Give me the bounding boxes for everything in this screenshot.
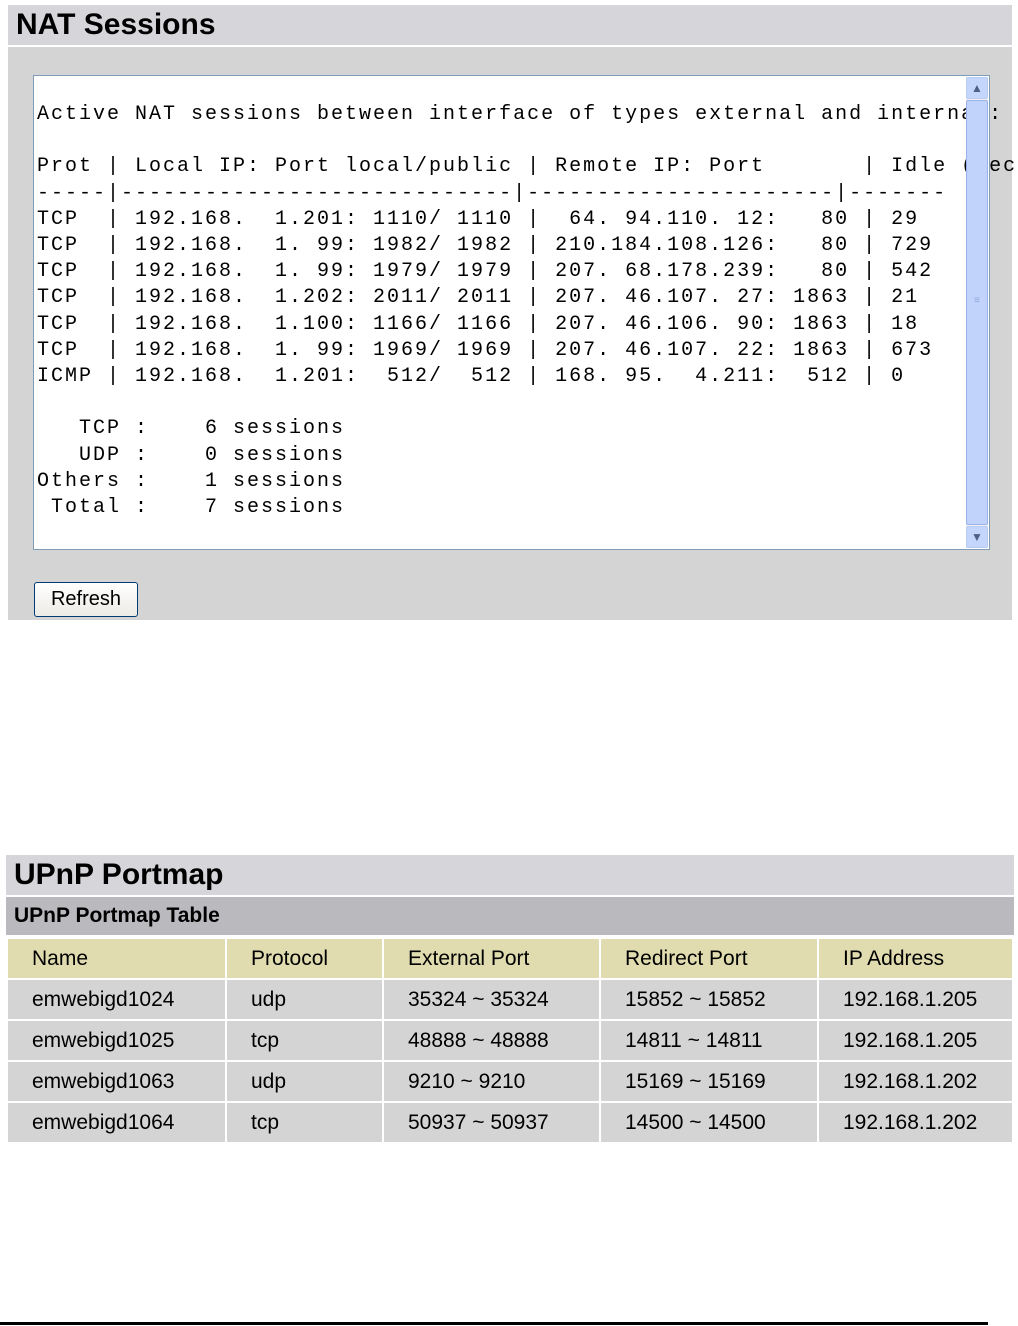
cell-ip-address: 192.168.1.205 <box>817 978 1014 1021</box>
nat-sessions-panel: Active NAT sessions between interface of… <box>8 47 1018 620</box>
vertical-scrollbar[interactable]: ▲ ≡ ▼ <box>966 77 988 548</box>
column-header-redirect-port: Redirect Port <box>599 937 819 980</box>
divider <box>0 1322 988 1325</box>
scroll-down-arrow-icon[interactable]: ▼ <box>966 526 988 548</box>
table-row: emwebigd1063 udp 9210 ~ 9210 15169 ~ 15169 1… <box>6 1060 1014 1103</box>
cell-external-port: 9210 ~ 9210 <box>382 1060 601 1103</box>
column-header-name: Name <box>6 937 227 980</box>
cell-ip-address: 192.168.1.202 <box>817 1101 1014 1144</box>
column-header-protocol: Protocol <box>225 937 384 980</box>
nat-sessions-textarea[interactable]: Active NAT sessions between interface of… <box>33 75 1018 550</box>
cell-external-port: 35324 ~ 35324 <box>382 978 601 1021</box>
cell-redirect-port: 14811 ~ 14811 <box>599 1019 819 1062</box>
cell-protocol: udp <box>225 978 384 1021</box>
cell-external-port: 50937 ~ 50937 <box>382 1101 601 1144</box>
scroll-up-arrow-icon[interactable]: ▲ <box>966 77 988 99</box>
cell-external-port: 48888 ~ 48888 <box>382 1019 601 1062</box>
refresh-button[interactable]: Refresh <box>34 582 138 617</box>
upnp-portmap-table-title: UPnP Portmap Table <box>6 897 1014 935</box>
cell-redirect-port: 15169 ~ 15169 <box>599 1060 819 1103</box>
cell-name: emwebigd1024 <box>6 978 227 1021</box>
table-row: emwebigd1024 udp 35324 ~ 35324 15852 ~ 1585… <box>6 978 1014 1021</box>
scrollbar-thumb[interactable]: ≡ <box>966 100 988 525</box>
nat-sessions-title: NAT Sessions <box>8 5 1012 45</box>
cell-ip-address: 192.168.1.202 <box>817 1060 1014 1103</box>
cell-redirect-port: 14500 ~ 14500 <box>599 1101 819 1144</box>
cell-redirect-port: 15852 ~ 15852 <box>599 978 819 1021</box>
cell-protocol: udp <box>225 1060 384 1103</box>
column-header-ip-address: IP Address <box>817 937 1014 980</box>
cell-protocol: tcp <box>225 1019 384 1062</box>
upnp-portmap-title: UPnP Portmap <box>6 855 1014 895</box>
nat-sessions-output: Active NAT sessions between interface of… <box>37 103 1018 520</box>
cell-ip-address: 192.168.1.205 <box>817 1019 1014 1062</box>
table-row: emwebigd1064 tcp 50937 ~ 50937 14500 ~ 1450… <box>6 1101 1014 1144</box>
cell-name: emwebigd1064 <box>6 1101 227 1144</box>
cell-name: emwebigd1025 <box>6 1019 227 1062</box>
upnp-portmap-table: Name Protocol External Port Redirect Por… <box>6 937 1014 1144</box>
cell-name: emwebigd1063 <box>6 1060 227 1103</box>
table-header-row: Name Protocol External Port Redirect Por… <box>6 937 1014 980</box>
cell-protocol: tcp <box>225 1101 384 1144</box>
table-row: emwebigd1025 tcp 48888 ~ 48888 14811 ~ 1481… <box>6 1019 1014 1062</box>
column-header-external-port: External Port <box>382 937 601 980</box>
